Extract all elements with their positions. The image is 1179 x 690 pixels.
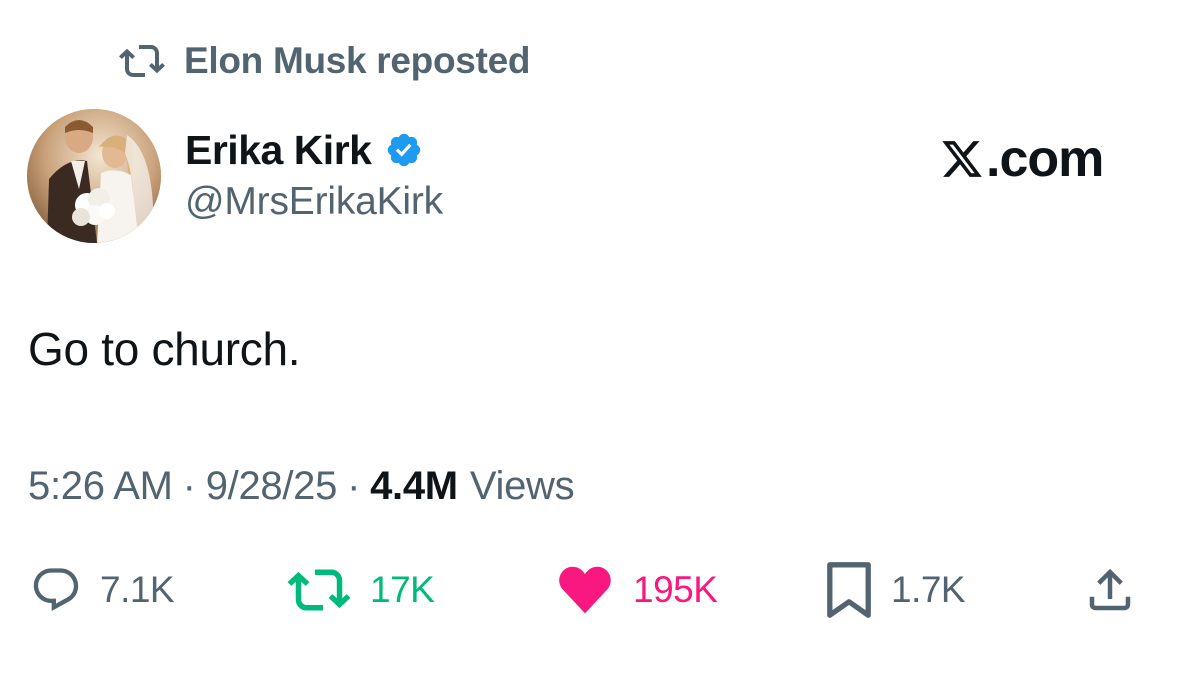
views-count: 4.4M xyxy=(370,464,458,508)
repost-icon xyxy=(118,41,166,81)
x-logo-icon xyxy=(940,137,984,181)
share-button[interactable] xyxy=(1083,555,1155,625)
retweet-icon xyxy=(286,564,352,616)
tweet-time[interactable]: 5:26 AM xyxy=(28,464,173,509)
brand-watermark: .com xyxy=(940,128,1104,190)
brand-suffix: .com xyxy=(986,130,1104,188)
meta-separator: · xyxy=(182,464,196,508)
repost-indicator[interactable]: Elon Musk reposted xyxy=(118,38,530,84)
bookmark-count: 1.7K xyxy=(891,569,966,610)
bookmark-button[interactable]: 1.7K xyxy=(825,555,966,625)
bookmark-icon xyxy=(825,561,873,619)
like-button[interactable]: 195K xyxy=(555,555,718,625)
user-handle[interactable]: @MrsErikaKirk xyxy=(185,180,443,224)
reply-count: 7.1K xyxy=(100,569,175,610)
retweet-count: 17K xyxy=(370,569,435,610)
reply-icon xyxy=(30,564,82,616)
tweet-text: Go to church. xyxy=(28,323,301,375)
author-block: Erika Kirk @MrsErikaKirk xyxy=(185,124,443,224)
like-count: 195K xyxy=(633,569,718,610)
display-name[interactable]: Erika Kirk xyxy=(185,127,372,174)
verified-badge-icon[interactable] xyxy=(385,131,423,169)
retweet-button[interactable]: 17K xyxy=(286,555,435,625)
action-bar: 7.1K 17K 195K 1.7K xyxy=(0,555,1179,625)
views-label: Views xyxy=(469,464,575,508)
reply-button[interactable]: 7.1K xyxy=(30,555,175,625)
share-icon xyxy=(1083,563,1137,617)
heart-icon xyxy=(555,563,615,617)
meta-separator: · xyxy=(347,464,361,508)
tweet-date[interactable]: 9/28/25 xyxy=(206,464,338,509)
repost-text: Elon Musk reposted xyxy=(184,40,531,81)
tweet-meta: 5:26 AM · 9/28/25 · 4.4M Views xyxy=(28,464,575,509)
avatar[interactable] xyxy=(27,109,161,243)
author-name-row: Erika Kirk xyxy=(185,124,443,176)
